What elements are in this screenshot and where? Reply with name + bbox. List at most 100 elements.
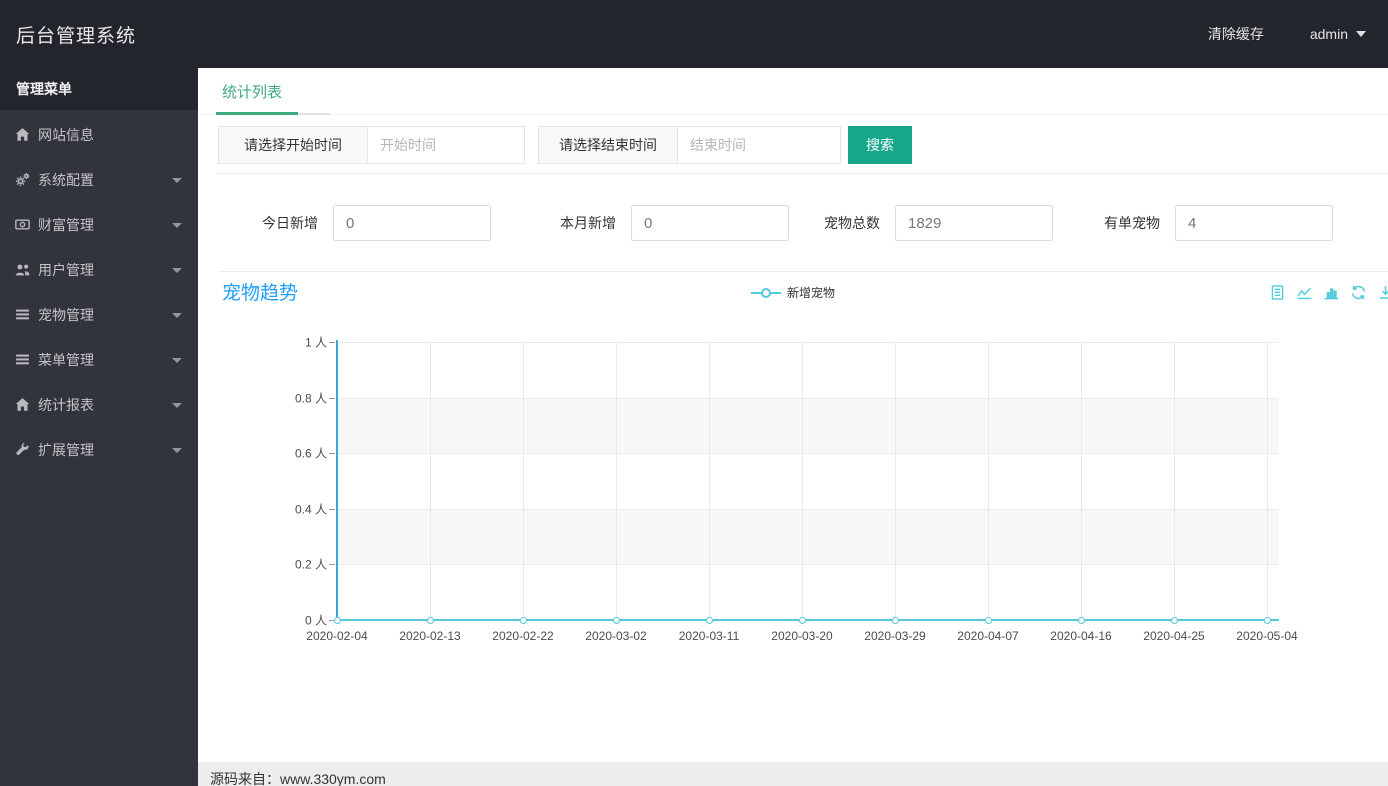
chart-toolbox [1269, 284, 1388, 301]
sidebar-menu: 网站信息系统配置财富管理用户管理宠物管理菜单管理统计报表 扩展管理 [0, 110, 198, 472]
x-axis-tick-label: 2020-02-04 [306, 629, 368, 643]
data-point-marker [519, 616, 527, 624]
data-point-marker [426, 616, 434, 624]
split-area-band [337, 508, 1279, 565]
y-axis-tick-label: 0.8 人 [294, 391, 327, 406]
x-axis-tick-label: 2020-03-29 [864, 629, 926, 643]
start-date-picker-button[interactable]: 请选择开始时间 [218, 126, 368, 164]
chart-plot-area[interactable]: 1 人 0.8 人 0.6 人 0.4 人 0.2 人 0 人 2020-02-04 2020… [295, 336, 1298, 644]
chart-title: 宠物趋势 [222, 283, 299, 304]
tab-bar: 统计列表 [198, 68, 1388, 115]
y-axis-tick-mark [329, 453, 335, 455]
divider [218, 173, 1388, 174]
stat-group-3: 有单宠物 [1104, 205, 1333, 241]
data-point-marker [333, 616, 341, 624]
money-icon [15, 217, 30, 232]
chevron-down-icon [172, 222, 182, 228]
tab-underline-track [298, 113, 330, 115]
tab-active-underline [216, 112, 298, 115]
stat-group-1: 本月新增 [560, 205, 789, 241]
y-axis-tick-label: 0.6 人 [294, 446, 327, 461]
vertical-gridline [616, 342, 617, 620]
x-axis-tick-label: 2020-02-22 [492, 629, 554, 643]
sidebar-item-pets[interactable]: 宠物管理 [0, 292, 198, 337]
sidebar-item-system-config[interactable]: 系统配置 [0, 157, 198, 202]
legend-item-new-pets[interactable]: 新增宠物 [750, 284, 835, 301]
save-image-icon[interactable] [1377, 284, 1388, 301]
search-button[interactable]: 搜索 [848, 126, 912, 164]
data-view-icon[interactable] [1269, 284, 1286, 301]
sidebar-item-label: 用户管理 [38, 261, 94, 278]
y-axis-tick-label: 1 人 [304, 335, 327, 350]
stat-value-input[interactable] [1175, 205, 1333, 241]
topbar: 后台管理系统 清除缓存 admin [0, 0, 1388, 68]
sidebar-item-label: 菜单管理 [38, 351, 94, 368]
footer-text: 源码来自：www.330ym.com [210, 771, 386, 786]
y-axis-tick-label: 0 人 [304, 613, 327, 628]
data-point-marker [798, 616, 806, 624]
tab-statistics-list[interactable]: 统计列表 [222, 81, 282, 102]
y-axis-tick-label: 0.4 人 [294, 502, 327, 517]
vertical-gridline [1174, 342, 1175, 620]
stat-label: 本月新增 [560, 215, 616, 231]
x-axis-tick-label: 2020-03-02 [585, 629, 647, 643]
sidebar-menu-title: 管理菜单 [0, 68, 198, 110]
sidebar-item-label: 系统配置 [38, 171, 94, 188]
stat-value-input[interactable] [631, 205, 789, 241]
vertical-gridline [988, 342, 989, 620]
divider [218, 271, 1388, 272]
sidebar-item-label: 宠物管理 [38, 306, 94, 323]
user-name: admin [1309, 26, 1348, 42]
clear-cache-button[interactable]: 清除缓存 [1208, 24, 1264, 44]
vertical-gridline [895, 342, 896, 620]
bar-type-icon[interactable] [1323, 284, 1340, 301]
sidebar-item-reports[interactable]: 统计报表 [0, 382, 198, 427]
data-point-marker [1077, 616, 1085, 624]
y-axis-tick-mark [329, 508, 335, 510]
stat-group-0: 今日新增 [262, 205, 491, 241]
home-icon [15, 127, 30, 142]
data-point-marker [1263, 616, 1271, 624]
end-date-input[interactable] [678, 126, 841, 164]
sidebar-item-label: 网站信息 [38, 126, 94, 143]
y-axis-tick-mark [329, 564, 335, 566]
chevron-down-icon [1356, 31, 1366, 37]
end-date-picker-button[interactable]: 请选择结束时间 [538, 126, 678, 164]
data-point-marker [705, 616, 713, 624]
sidebar-item-site-info[interactable]: 网站信息 [0, 112, 198, 157]
start-date-input[interactable] [368, 126, 525, 164]
x-axis-tick-label: 2020-05-04 [1236, 629, 1298, 643]
chevron-down-icon [172, 312, 182, 318]
chevron-down-icon [172, 267, 182, 273]
split-area-band [337, 453, 1279, 509]
stat-value-input[interactable] [333, 205, 491, 241]
list-icon [15, 307, 30, 322]
split-area-band [337, 397, 1279, 454]
stat-group-2: 宠物总数 [824, 205, 1053, 241]
home-icon [15, 397, 30, 412]
x-axis-tick-label: 2020-04-25 [1143, 629, 1205, 643]
vertical-gridline [1081, 342, 1082, 620]
sidebar-item-users[interactable]: 用户管理 [0, 247, 198, 292]
wrench-icon [15, 442, 30, 457]
footer: 源码来自：www.330ym.com [198, 762, 1388, 786]
data-point-marker [891, 616, 899, 624]
list-icon [15, 352, 30, 367]
line-type-icon[interactable] [1296, 284, 1313, 301]
chevron-down-icon [172, 447, 182, 453]
sidebar-item-menus[interactable]: 菜单管理 [0, 337, 198, 382]
x-axis-tick-label: 2020-04-16 [1050, 629, 1112, 643]
data-point-marker [612, 616, 620, 624]
restore-icon[interactable] [1350, 284, 1367, 301]
chevron-down-icon [172, 402, 182, 408]
chevron-down-icon [172, 177, 182, 183]
sidebar-item-wealth[interactable]: 财富管理 [0, 202, 198, 247]
data-point-marker [1170, 616, 1178, 624]
sidebar: 管理菜单 网站信息系统配置财富管理用户管理宠物管理菜单管理统计报表 扩展管理 [0, 68, 198, 786]
user-menu[interactable]: admin [1310, 26, 1366, 42]
filter-row: 请选择开始时间 请选择结束时间 搜索 [198, 126, 1388, 164]
stat-label: 有单宠物 [1104, 215, 1160, 231]
y-axis-line [336, 340, 338, 620]
stat-value-input[interactable] [895, 205, 1053, 241]
sidebar-item-extensions[interactable]: 扩展管理 [0, 427, 198, 472]
